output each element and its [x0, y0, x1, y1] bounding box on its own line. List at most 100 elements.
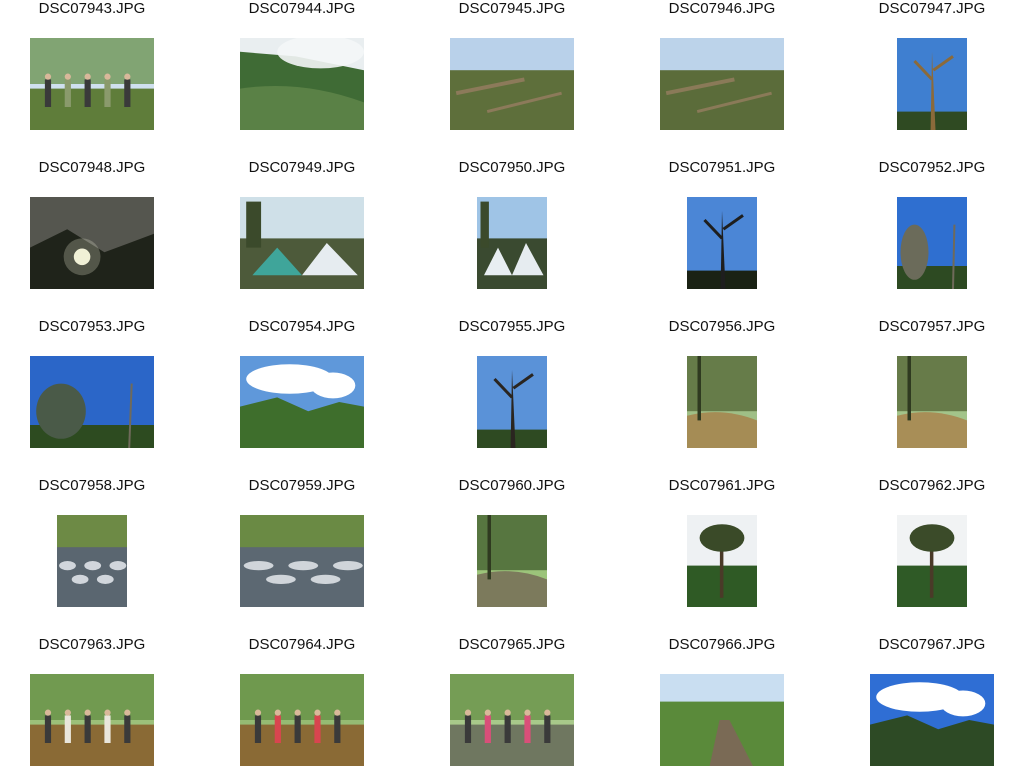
thumbnail-filename: DSC07966.JPG — [668, 636, 776, 653]
thumbnail-item[interactable]: DSC07947.JPG — [840, 0, 1024, 159]
photo-image — [687, 515, 757, 607]
photo-thumbnail[interactable] — [660, 38, 784, 130]
photo-image — [240, 674, 364, 766]
thumbnail-item[interactable]: DSC07960.JPG — [420, 477, 630, 636]
thumbnail-filename: DSC07949.JPG — [248, 159, 356, 176]
photo-image — [240, 38, 364, 130]
thumbnail-item[interactable]: DSC07967.JPG — [840, 636, 1024, 768]
thumbnail-filename: DSC07967.JPG — [878, 636, 986, 653]
thumbnail-filename: DSC07953.JPG — [38, 318, 146, 335]
photo-thumbnail[interactable] — [30, 674, 154, 766]
photo-image — [450, 38, 574, 130]
thumbnail-item[interactable]: DSC07944.JPG — [210, 0, 420, 159]
thumbnail-item[interactable]: DSC07959.JPG — [210, 477, 420, 636]
thumbnail-item[interactable]: DSC07951.JPG — [630, 159, 840, 318]
thumbnail-item[interactable]: DSC07948.JPG — [0, 159, 210, 318]
thumbnail-item[interactable]: DSC07961.JPG — [630, 477, 840, 636]
thumbnail-grid: DSC07943.JPG DSC07944.JPG DSC07945.JPG DSC0… — [0, 0, 1024, 768]
thumbnail-filename: DSC07947.JPG — [878, 0, 986, 17]
photo-image — [897, 515, 967, 607]
photo-thumbnail[interactable] — [240, 515, 364, 607]
photo-thumbnail[interactable] — [477, 197, 547, 289]
thumbnail-item[interactable]: DSC07955.JPG — [420, 318, 630, 477]
photo-image — [897, 356, 967, 448]
thumbnail-filename: DSC07944.JPG — [248, 0, 356, 17]
photo-image — [240, 515, 364, 607]
thumbnail-filename: DSC07946.JPG — [668, 0, 776, 17]
thumbnail-filename: DSC07950.JPG — [458, 159, 566, 176]
photo-thumbnail[interactable] — [660, 674, 784, 766]
thumbnail-filename: DSC07963.JPG — [38, 636, 146, 653]
photo-image — [660, 38, 784, 130]
photo-thumbnail[interactable] — [687, 515, 757, 607]
photo-thumbnail[interactable] — [897, 38, 967, 130]
thumbnail-filename: DSC07951.JPG — [668, 159, 776, 176]
thumbnail-filename: DSC07961.JPG — [668, 477, 776, 494]
thumbnail-item[interactable]: DSC07957.JPG — [840, 318, 1024, 477]
thumbnail-item[interactable]: DSC07956.JPG — [630, 318, 840, 477]
photo-thumbnail[interactable] — [240, 356, 364, 448]
photo-image — [897, 38, 967, 130]
photo-image — [30, 197, 154, 289]
photo-image — [687, 356, 757, 448]
photo-image — [240, 197, 364, 289]
photo-thumbnail[interactable] — [240, 38, 364, 130]
photo-image — [477, 356, 547, 448]
photo-image — [240, 356, 364, 448]
photo-thumbnail[interactable] — [450, 674, 574, 766]
thumbnail-filename: DSC07964.JPG — [248, 636, 356, 653]
thumbnail-filename: DSC07962.JPG — [878, 477, 986, 494]
thumbnail-item[interactable]: DSC07962.JPG — [840, 477, 1024, 636]
photo-thumbnail[interactable] — [240, 197, 364, 289]
photo-thumbnail[interactable] — [477, 515, 547, 607]
thumbnail-filename: DSC07959.JPG — [248, 477, 356, 494]
photo-thumbnail[interactable] — [687, 356, 757, 448]
photo-image — [30, 38, 154, 130]
photo-thumbnail[interactable] — [897, 197, 967, 289]
thumbnail-item[interactable]: DSC07966.JPG — [630, 636, 840, 768]
photo-thumbnail[interactable] — [450, 38, 574, 130]
photo-thumbnail[interactable] — [870, 674, 994, 766]
thumbnail-item[interactable]: DSC07963.JPG — [0, 636, 210, 768]
thumbnail-item[interactable]: DSC07946.JPG — [630, 0, 840, 159]
thumbnail-item[interactable]: DSC07954.JPG — [210, 318, 420, 477]
thumbnail-item[interactable]: DSC07953.JPG — [0, 318, 210, 477]
thumbnail-item[interactable]: DSC07958.JPG — [0, 477, 210, 636]
thumbnail-item[interactable]: DSC07950.JPG — [420, 159, 630, 318]
thumbnail-filename: DSC07958.JPG — [38, 477, 146, 494]
thumbnail-item[interactable]: DSC07965.JPG — [420, 636, 630, 768]
photo-thumbnail[interactable] — [30, 38, 154, 130]
photo-thumbnail[interactable] — [30, 197, 154, 289]
photo-image — [870, 674, 994, 766]
thumbnail-filename: DSC07954.JPG — [248, 318, 356, 335]
thumbnail-filename: DSC07952.JPG — [878, 159, 986, 176]
photo-image — [57, 515, 127, 607]
thumbnail-item[interactable]: DSC07945.JPG — [420, 0, 630, 159]
thumbnail-item[interactable]: DSC07943.JPG — [0, 0, 210, 159]
thumbnail-item[interactable]: DSC07952.JPG — [840, 159, 1024, 318]
photo-thumbnail[interactable] — [477, 356, 547, 448]
photo-image — [687, 197, 757, 289]
thumbnail-filename: DSC07957.JPG — [878, 318, 986, 335]
thumbnail-filename: DSC07965.JPG — [458, 636, 566, 653]
thumbnail-item[interactable]: DSC07964.JPG — [210, 636, 420, 768]
thumbnail-filename: DSC07948.JPG — [38, 159, 146, 176]
photo-image — [30, 356, 154, 448]
thumbnail-filename: DSC07945.JPG — [458, 0, 566, 17]
photo-thumbnail[interactable] — [57, 515, 127, 607]
photo-image — [897, 197, 967, 289]
photo-thumbnail[interactable] — [897, 356, 967, 448]
photo-image — [30, 674, 154, 766]
thumbnail-filename: DSC07960.JPG — [458, 477, 566, 494]
photo-thumbnail[interactable] — [687, 197, 757, 289]
photo-image — [450, 674, 574, 766]
photo-image — [477, 515, 547, 607]
thumbnail-item[interactable]: DSC07949.JPG — [210, 159, 420, 318]
photo-thumbnail[interactable] — [240, 674, 364, 766]
photo-thumbnail[interactable] — [30, 356, 154, 448]
thumbnail-filename: DSC07943.JPG — [38, 0, 146, 17]
photo-image — [660, 674, 784, 766]
photo-image — [477, 197, 547, 289]
photo-thumbnail[interactable] — [897, 515, 967, 607]
thumbnail-filename: DSC07956.JPG — [668, 318, 776, 335]
